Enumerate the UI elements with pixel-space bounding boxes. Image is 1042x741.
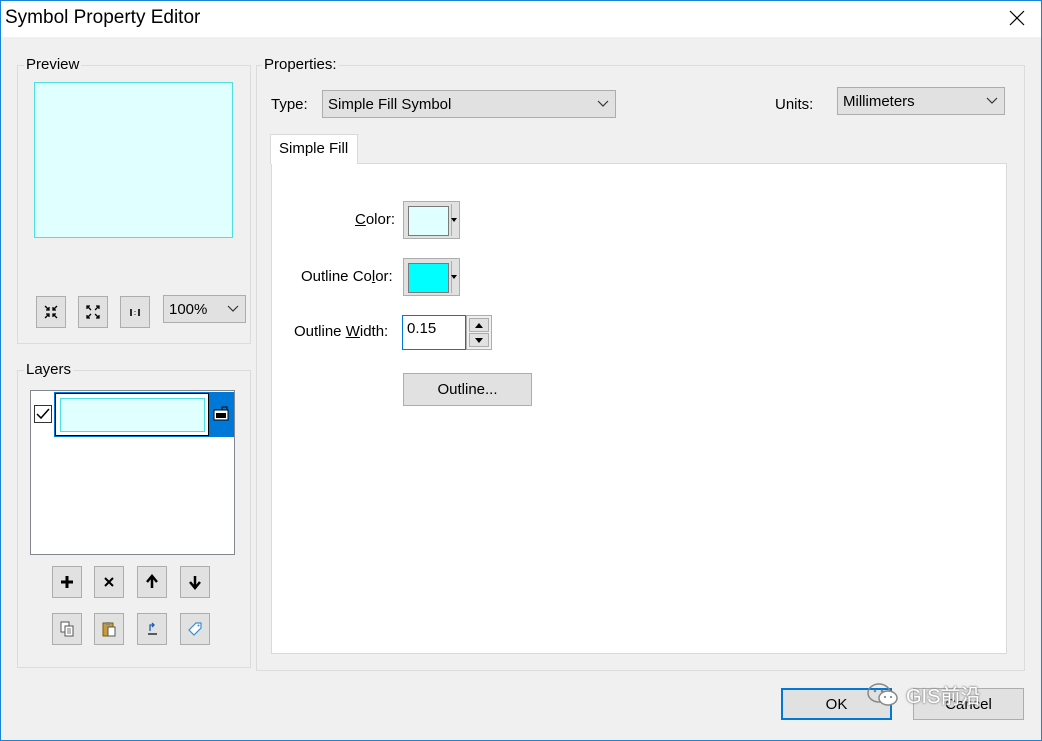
type-value: Simple Fill Symbol (328, 95, 452, 113)
actual-size-button[interactable] (120, 296, 150, 328)
layer-swatch-frame (55, 393, 209, 436)
spin-up-button[interactable] (469, 318, 489, 332)
arrow-up-icon (146, 574, 158, 588)
tag-icon (188, 622, 202, 636)
outline-width-label: Outline Width: (294, 323, 389, 340)
remove-layer-button[interactable] (94, 566, 124, 598)
spin-down-button[interactable] (469, 333, 489, 347)
arrow-down-icon (189, 576, 201, 590)
caret-down-icon (451, 218, 457, 222)
chevron-down-icon (591, 91, 615, 117)
preview-group-label: Preview (24, 56, 82, 73)
add-layer-button[interactable] (52, 566, 82, 598)
delete-icon (104, 577, 114, 587)
preview-canvas (34, 82, 233, 238)
type-label: Type: (271, 96, 308, 113)
copy-layer-button[interactable] (52, 613, 82, 645)
reset-layer-button[interactable] (137, 613, 167, 645)
outline-color-label: Outline Color: (301, 268, 393, 285)
color-label: Color: (355, 211, 396, 228)
layer-swatch (60, 398, 205, 432)
move-layer-up-button[interactable] (137, 566, 167, 598)
outline-button-label: Outline... (437, 381, 498, 398)
full-extent-button[interactable] (78, 296, 108, 328)
outline-button[interactable]: Outline... (403, 373, 532, 406)
units-value: Millimeters (843, 92, 915, 110)
color-picker-button[interactable] (403, 201, 460, 239)
watermark: GIS前沿 (866, 680, 980, 709)
actual-size-icon (130, 309, 140, 316)
window-title: Symbol Property Editor (5, 7, 201, 28)
caret-down-icon (451, 275, 457, 279)
outline-color-swatch (408, 263, 449, 293)
chevron-down-icon (221, 296, 245, 322)
layer-checkbox[interactable] (34, 405, 52, 423)
layers-group-label: Layers (24, 361, 74, 378)
chevron-down-icon (980, 88, 1004, 114)
units-label: Units: (775, 96, 814, 113)
type-select[interactable]: Simple Fill Symbol (322, 90, 616, 118)
zoom-fit-button[interactable] (36, 296, 66, 328)
check-icon (36, 408, 50, 420)
ok-button-label: OK (825, 695, 848, 713)
paste-layer-button[interactable] (94, 613, 124, 645)
triangle-down-icon (475, 337, 483, 343)
layer-item[interactable] (54, 392, 234, 437)
undo-icon (148, 622, 157, 635)
full-extent-icon (86, 305, 100, 319)
tag-layer-button[interactable] (180, 613, 210, 645)
wechat-icon (867, 682, 898, 706)
zoom-value: 100% (169, 300, 208, 318)
outline-width-value: 0.15 (407, 320, 437, 337)
close-icon (1009, 10, 1025, 26)
fit-icon (44, 305, 58, 319)
layer-lock-icon[interactable] (213, 405, 229, 421)
triangle-up-icon (475, 322, 483, 328)
units-select[interactable]: Millimeters (837, 87, 1005, 115)
outline-width-input[interactable]: 0.15 (402, 315, 466, 350)
properties-group-label: Properties: (262, 56, 339, 73)
tab-simple-fill-label: Simple Fill (279, 140, 349, 157)
close-button[interactable] (994, 1, 1040, 35)
watermark-text: GIS前沿 (906, 686, 981, 708)
outline-width-spinner (466, 315, 492, 350)
outline-color-picker-button[interactable] (403, 258, 460, 296)
color-swatch (408, 206, 449, 236)
tab-panel-simple-fill (271, 163, 1007, 654)
move-layer-down-button[interactable] (180, 566, 210, 598)
plus-icon (61, 576, 73, 588)
copy-icon (60, 621, 74, 637)
zoom-select[interactable]: 100% (163, 295, 246, 323)
paste-icon (102, 622, 116, 637)
